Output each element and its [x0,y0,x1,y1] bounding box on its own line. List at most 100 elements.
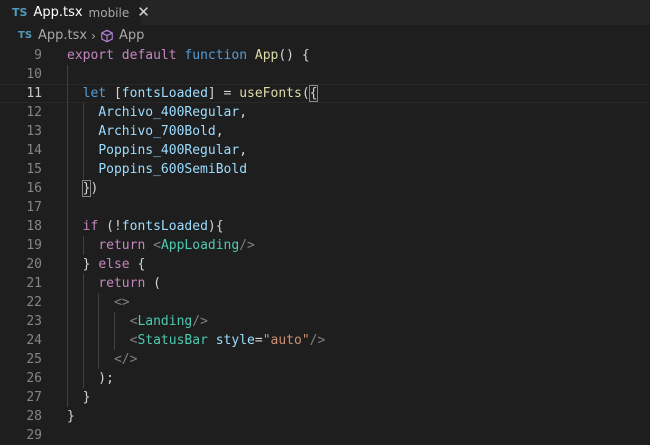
code-token: style [215,333,255,348]
code-token: return [98,276,146,291]
code-token: <> [113,295,130,310]
code-line[interactable]: 17 [0,198,650,217]
code-line[interactable]: 9 export default function App() { [0,46,650,65]
code-text: return <AppLoading/> [67,236,255,255]
line-number: 15 [26,162,42,177]
line-number: 10 [26,67,42,82]
indent-guide [113,312,115,350]
code-line[interactable]: 12 Archivo_400Regular, [0,103,650,122]
code-token: export [67,48,114,63]
code-text: export default function App() { [67,46,310,65]
code-token: } [67,257,99,272]
indent-guide [82,103,84,179]
indent-guide [82,236,84,255]
code-token: , [239,105,248,120]
code-line[interactable]: 28} [0,407,650,426]
typescript-file-icon: TS [18,30,33,41]
line-number: 21 [26,276,42,291]
line-number: 17 [26,200,42,215]
code-token: if [82,219,99,234]
code-text: ); [67,369,114,388]
code-line[interactable]: 27 } [0,388,650,407]
line-number: 25 [26,352,42,367]
code-line[interactable]: 13 Archivo_700Bold, [0,122,650,141]
code-token: fontsLoaded [121,86,208,101]
breadcrumb-file[interactable]: App.tsx [38,28,87,43]
line-number: 16 [26,181,42,196]
code-token: /> [239,238,255,253]
breadcrumb: TS App.tsx › App [0,25,650,46]
code-line[interactable]: 20 } else { [0,255,650,274]
code-line[interactable]: 19 return <AppLoading/> [0,236,650,255]
code-text: } else { [67,255,146,274]
code-line[interactable]: 14 Poppins_400Regular, [0,141,650,160]
code-token: StatusBar [137,333,208,348]
code-text: Archivo_700Bold, [67,122,224,141]
code-text: Poppins_400Regular, [67,141,247,160]
code-text: if (!fontsLoaded){ [67,217,224,236]
code-token: /> [192,314,208,329]
code-line[interactable]: 16 }) [0,179,650,198]
typescript-file-icon: TS [12,6,28,19]
code-token: } [67,390,91,405]
code-line[interactable]: 18 if (!fontsLoaded){ [0,217,650,236]
code-text: let [fontsLoaded] = useFonts({ [67,84,319,103]
line-number: 28 [26,409,42,424]
code-line[interactable]: 21 return ( [0,274,650,293]
code-token: let [82,86,107,101]
code-line[interactable]: 15 Poppins_600SemiBold [0,160,650,179]
tab-file-name: App.tsx [33,5,83,20]
code-editor[interactable]: 9 export default function App() { 10 11 let… [0,46,650,443]
cube-icon [101,29,113,42]
line-number: 22 [26,295,42,310]
code-token: fontsLoaded [121,219,208,234]
code-token: [ [106,86,122,101]
code-token: return [98,238,146,253]
code-token: Poppins_400Regular [98,143,240,158]
line-number: 19 [26,238,42,253]
code-token: Archivo_700Bold [98,124,216,139]
line-number: 24 [26,333,42,348]
code-token: { [308,85,319,102]
close-icon[interactable]: ✕ [137,5,150,20]
line-number: 29 [26,428,42,443]
code-token: AppLoading [160,238,240,253]
line-number: 27 [26,390,42,405]
code-token: ( [301,86,310,101]
code-line[interactable]: 11 let [fontsLoaded] = useFonts({ [0,84,650,103]
line-number: 9 [34,48,42,63]
code-token: ); [67,371,114,386]
code-token: App [254,48,279,63]
code-token: = [254,333,263,348]
code-token: () { [278,48,310,63]
code-text: return ( [67,274,161,293]
code-token: , [239,143,248,158]
code-line[interactable]: 10 [0,65,650,84]
code-token: /> [309,333,326,348]
code-token: ) [90,181,99,196]
code-line[interactable]: 26 ); [0,369,650,388]
code-line[interactable]: 29 [0,426,650,445]
code-token: default [121,48,177,63]
code-text: } [67,388,91,407]
tab-description: mobile [88,5,130,20]
code-text: <Landing/> [67,312,208,331]
breadcrumb-symbol[interactable]: App [119,28,144,43]
code-token: , [215,124,224,139]
chevron-right-icon: › [91,28,96,43]
code-token: </> [113,352,138,367]
code-token: else [98,257,130,272]
line-number: 14 [26,143,42,158]
code-text: } [67,407,75,426]
indent-guide [67,65,68,407]
code-token: useFonts [239,86,302,101]
tab-app-tsx[interactable]: TS App.tsx mobile ✕ [0,0,150,25]
